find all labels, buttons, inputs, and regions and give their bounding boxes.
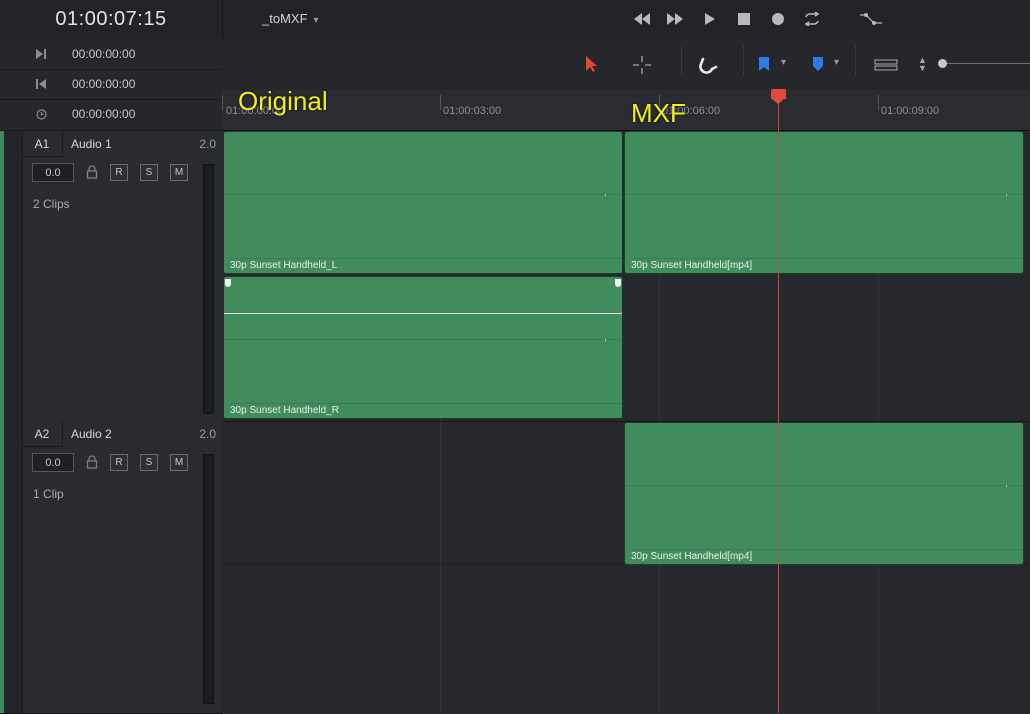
ruler-tick bbox=[440, 95, 441, 110]
in-point-icon bbox=[34, 47, 48, 61]
fast-forward-icon[interactable] bbox=[665, 10, 685, 28]
chevron-down-icon[interactable]: ▾ bbox=[834, 57, 839, 68]
audio-meter bbox=[203, 164, 214, 414]
toolbar-divider bbox=[855, 46, 856, 76]
chevron-down-icon: ▾ bbox=[313, 15, 319, 26]
waveform-baseline bbox=[625, 485, 1023, 486]
toolbar-divider bbox=[743, 46, 744, 76]
duration-timecode-row: 00:00:00:00 bbox=[0, 99, 222, 131]
fade-in-handle[interactable] bbox=[225, 279, 231, 287]
record-arm-button[interactable]: R bbox=[110, 164, 128, 181]
fade-out-handle[interactable] bbox=[615, 279, 621, 287]
audio-clip[interactable]: 30p Sunset Handheld_L bbox=[223, 131, 623, 274]
audio-clip[interactable]: 30p Sunset Handheld[mp4] bbox=[624, 422, 1024, 565]
playhead-line[interactable] bbox=[778, 97, 779, 713]
duration-clock-icon bbox=[34, 107, 48, 121]
timeline-selector[interactable]: _toMXF ▾ bbox=[262, 11, 319, 26]
lock-icon[interactable] bbox=[86, 455, 98, 469]
record-arm-button[interactable]: R bbox=[110, 454, 128, 471]
track-gutter bbox=[4, 131, 23, 421]
blade-tool-icon[interactable] bbox=[632, 55, 652, 80]
track-gutter bbox=[4, 421, 23, 713]
clip-count: 2 Clips bbox=[33, 197, 70, 211]
current-timecode[interactable]: 01:00:07:15 bbox=[0, 0, 223, 39]
marker-icon[interactable] bbox=[812, 57, 824, 76]
ruler-label: 01:00:09:00 bbox=[881, 105, 940, 117]
clip-name: 30p Sunset Handheld_R bbox=[230, 403, 622, 418]
track-id[interactable]: A1 bbox=[22, 131, 63, 157]
audio-clip[interactable]: 30p Sunset Handheld[mp4] bbox=[624, 131, 1024, 274]
zoom-stepper-icon[interactable]: ▲ ▼ bbox=[918, 56, 927, 73]
zoom-slider-handle[interactable] bbox=[938, 59, 947, 68]
track-height-icon[interactable] bbox=[874, 58, 898, 76]
audio-meter bbox=[203, 454, 214, 704]
clip-name: 30p Sunset Handheld[mp4] bbox=[631, 549, 1023, 564]
stop-icon[interactable] bbox=[734, 10, 754, 28]
waveform-marker bbox=[1006, 485, 1007, 487]
waveform-marker bbox=[605, 339, 606, 341]
track-header-a1[interactable]: A1 Audio 1 2.0 0.0 R S M 2 Clips bbox=[0, 131, 223, 422]
playhead-tip-icon bbox=[771, 98, 785, 104]
waveform-baseline bbox=[224, 194, 622, 195]
duration-timecode[interactable]: 00:00:00:00 bbox=[72, 107, 135, 121]
record-icon[interactable] bbox=[768, 10, 788, 28]
clip-count: 1 Clip bbox=[33, 487, 64, 501]
clip-name: 30p Sunset Handheld[mp4] bbox=[631, 258, 1023, 273]
timeline-tracks-area[interactable]: 30p Sunset Handheld_L 30p Sunset Handhel… bbox=[222, 131, 1030, 713]
waveform-marker bbox=[1006, 194, 1007, 196]
track-header-a2[interactable]: A2 Audio 2 2.0 0.0 R S M 1 Clip bbox=[0, 421, 223, 714]
play-icon[interactable] bbox=[700, 10, 720, 28]
volume-line[interactable] bbox=[224, 313, 622, 314]
toolbar-divider bbox=[681, 46, 682, 76]
track-channels: 2.0 bbox=[199, 137, 216, 151]
ruler-label: 01:00:03:00 bbox=[443, 105, 502, 117]
curve-editor-icon[interactable] bbox=[858, 10, 884, 28]
in-timecode-row: 00:00:00:00 bbox=[0, 39, 222, 70]
track-name[interactable]: Audio 1 bbox=[71, 137, 112, 151]
chevron-down-icon[interactable]: ▾ bbox=[781, 57, 786, 68]
edit-toolbar: ▾ ▾ ▲ ▼ bbox=[222, 39, 1030, 91]
out-timecode-row: 00:00:00:00 bbox=[0, 69, 222, 100]
waveform-marker bbox=[605, 194, 606, 196]
out-timecode[interactable]: 00:00:00:00 bbox=[72, 77, 135, 91]
out-point-icon bbox=[34, 77, 48, 91]
waveform-baseline bbox=[224, 339, 622, 340]
in-timecode[interactable]: 00:00:00:00 bbox=[72, 47, 135, 61]
solo-button[interactable]: S bbox=[140, 454, 158, 471]
track-name[interactable]: Audio 2 bbox=[71, 427, 112, 441]
selection-tool-icon[interactable] bbox=[584, 55, 598, 78]
annotation-mxf: MXF bbox=[631, 98, 686, 128]
timecode-panel: 00:00:00:00 00:00:00:00 00:00:00:00 bbox=[0, 39, 223, 131]
clip-name: 30p Sunset Handheld_L bbox=[230, 258, 622, 273]
track-volume-field[interactable]: 0.0 bbox=[32, 163, 74, 182]
mute-button[interactable]: M bbox=[170, 454, 188, 471]
timeline-ruler[interactable]: 01:00:00:00 01:00:03:00 01:00:06:00 01:0… bbox=[222, 90, 1030, 131]
zoom-slider-track[interactable] bbox=[940, 63, 1030, 64]
track-volume-field[interactable]: 0.0 bbox=[32, 453, 74, 472]
lock-icon[interactable] bbox=[86, 165, 98, 179]
annotation-original: Original bbox=[238, 86, 328, 116]
waveform-baseline bbox=[625, 194, 1023, 195]
audio-clip[interactable]: 30p Sunset Handheld_R bbox=[223, 276, 623, 419]
solo-button[interactable]: S bbox=[140, 164, 158, 181]
track-id[interactable]: A2 bbox=[22, 421, 63, 447]
loop-icon[interactable] bbox=[802, 10, 822, 28]
flag-icon[interactable] bbox=[758, 57, 770, 76]
timeline-name: _toMXF bbox=[262, 11, 308, 26]
track-channels: 2.0 bbox=[199, 427, 216, 441]
ruler-tick bbox=[222, 95, 223, 110]
rewind-icon[interactable] bbox=[632, 10, 652, 28]
mute-button[interactable]: M bbox=[170, 164, 188, 181]
snapping-magnet-icon[interactable] bbox=[698, 55, 718, 80]
ruler-tick bbox=[878, 95, 879, 110]
